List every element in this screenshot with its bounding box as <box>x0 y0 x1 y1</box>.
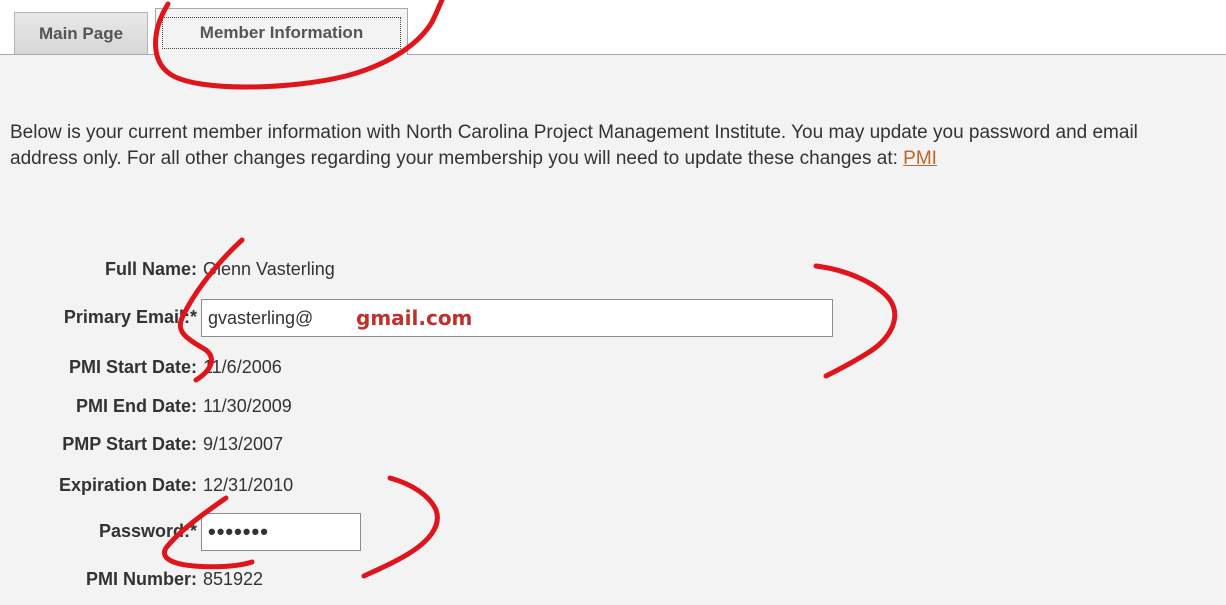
primary-email-row: Primary Email:* gmail.com <box>0 299 900 337</box>
full-name-value: Glenn Vasterling <box>203 259 335 279</box>
password-input[interactable] <box>201 513 361 551</box>
pmi-number-value: 851922 <box>203 569 264 589</box>
pmi-start-date-row: PMI Start Date: 11/6/2006 <box>0 352 900 382</box>
primary-email-label: Primary Email:* <box>63 307 197 327</box>
password-label: Password:* <box>98 521 197 541</box>
pmi-end-date-row: PMI End Date: 11/30/2009 <box>0 391 900 421</box>
tab-bar: Main Page Member Information <box>0 0 1226 55</box>
intro-paragraph: Below is your current member information… <box>10 120 1210 172</box>
primary-email-input[interactable] <box>201 299 833 337</box>
tab-member-information[interactable]: Member Information <box>155 8 408 55</box>
pmp-start-date-label: PMP Start Date: <box>62 434 197 454</box>
pmp-start-date-value: 9/13/2007 <box>203 434 284 454</box>
pmi-end-date-label: PMI End Date: <box>75 396 197 416</box>
tab-main-page[interactable]: Main Page <box>14 12 148 54</box>
expiration-date-value: 12/31/2010 <box>203 475 294 495</box>
password-row: Password:* <box>0 513 900 551</box>
expiration-date-row: Expiration Date: 12/31/2010 <box>0 470 900 500</box>
tab-member-information-label: Member Information <box>199 23 364 42</box>
pmi-start-date-value: 11/6/2006 <box>203 357 282 377</box>
full-name-row: Full Name: Glenn Vasterling <box>0 254 900 284</box>
pmi-link[interactable]: PMI <box>903 148 937 169</box>
expiration-date-label: Expiration Date: <box>58 475 197 495</box>
pmi-number-label: PMI Number: <box>85 569 197 589</box>
pmp-start-date-row: PMP Start Date: 9/13/2007 <box>0 429 900 459</box>
pmi-end-date-value: 11/30/2009 <box>203 396 292 416</box>
intro-text: Below is your current member information… <box>10 122 1138 169</box>
pmi-start-date-label: PMI Start Date: <box>68 357 197 377</box>
pmi-number-row: PMI Number: 851922 <box>0 564 900 594</box>
full-name-label: Full Name: <box>104 259 197 279</box>
